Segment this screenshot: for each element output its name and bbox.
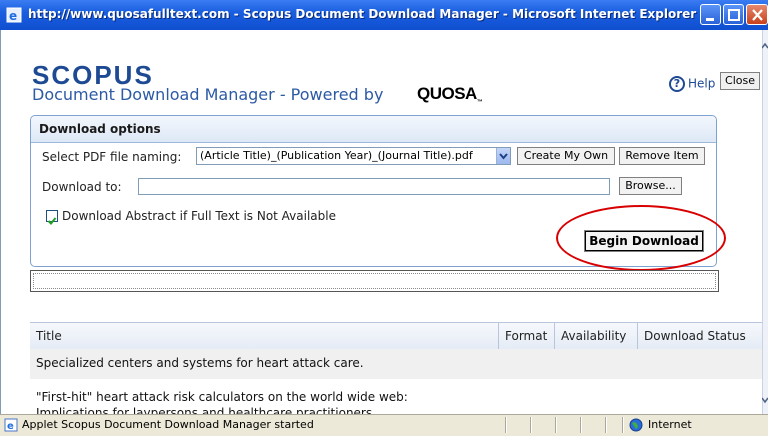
remove-item-button[interactable]: Remove Item — [619, 147, 705, 165]
close-icon — [752, 9, 763, 21]
checkmark-icon — [47, 217, 57, 225]
column-title[interactable]: Title — [30, 323, 498, 350]
progress-track — [33, 273, 716, 289]
status-divider — [555, 417, 557, 433]
minimize-icon — [706, 18, 714, 21]
highlight-circle — [556, 205, 726, 271]
naming-label: Select PDF file naming: — [42, 150, 182, 164]
abstract-checkbox[interactable] — [46, 210, 58, 225]
svg-text:e: e — [7, 421, 14, 432]
window-title: http://www.quosafulltext.com - Scopus Do… — [28, 7, 697, 21]
row-title-continued: Implications for laypersons and healthca… — [36, 406, 373, 414]
status-text: Applet Scopus Document Download Manager … — [22, 418, 314, 431]
create-my-own-button[interactable]: Create My Own — [517, 147, 615, 165]
maximize-icon — [728, 9, 740, 21]
scroll-up-icon[interactable] — [762, 40, 768, 52]
column-availability[interactable]: Availability — [554, 323, 637, 350]
table-header: Title Format Availability Download Statu… — [30, 322, 762, 351]
page-subtitle: Document Download Manager - Powered by — [32, 85, 384, 104]
column-format[interactable]: Format — [498, 323, 554, 350]
chevron-down-icon — [499, 153, 508, 160]
download-to-field[interactable] — [138, 178, 610, 195]
status-divider — [530, 417, 532, 433]
file-naming-select[interactable]: (Article Title)_(Publication Year)_(Jour… — [196, 147, 511, 165]
status-divider — [580, 417, 582, 433]
table-row[interactable]: "First-hit" heart attack risk calculator… — [30, 380, 762, 414]
panel-title: Download options — [39, 122, 161, 136]
browse-button[interactable]: Browse... — [619, 177, 682, 195]
page-icon: e — [4, 418, 18, 432]
trademark-mark: ™ — [476, 99, 483, 106]
maximize-button[interactable] — [723, 4, 744, 25]
minimize-button[interactable] — [700, 4, 721, 25]
internet-zone-icon — [629, 418, 643, 432]
status-divider — [622, 417, 624, 433]
download-progress-bar — [30, 270, 719, 292]
close-button[interactable]: Close — [720, 72, 760, 90]
window-close-button[interactable] — [746, 4, 768, 25]
help-icon: ? — [669, 76, 685, 92]
help-label: Help — [688, 76, 716, 91]
download-to-label: Download to: — [42, 180, 122, 194]
file-naming-dropdown[interactable] — [496, 148, 510, 164]
help-link[interactable]: ? Help — [669, 76, 715, 92]
ie-icon: e — [6, 7, 22, 23]
vertical-scrollbar[interactable] — [762, 30, 768, 414]
svg-text:e: e — [9, 9, 17, 23]
panel-header: Download options — [31, 116, 716, 143]
abstract-checkbox-label: Download Abstract if Full Text is Not Av… — [62, 209, 336, 223]
quosa-brand: QUOSA — [417, 84, 477, 103]
status-divider — [605, 417, 607, 433]
table-row[interactable]: Specialized centers and systems for hear… — [30, 349, 762, 379]
row-title: "First-hit" heart attack risk calculator… — [36, 390, 408, 404]
scroll-down-icon[interactable] — [762, 394, 768, 406]
column-download-status[interactable]: Download Status — [637, 323, 762, 350]
quosa-logo: QUOSA™ — [417, 84, 483, 106]
status-divider — [505, 417, 507, 433]
window-title-bar[interactable]: e http://www.quosafulltext.com - Scopus … — [0, 0, 768, 30]
row-title: Specialized centers and systems for hear… — [36, 356, 364, 370]
status-bar: e Applet Scopus Document Download Manage… — [0, 414, 768, 436]
security-zone: Internet — [648, 418, 692, 431]
